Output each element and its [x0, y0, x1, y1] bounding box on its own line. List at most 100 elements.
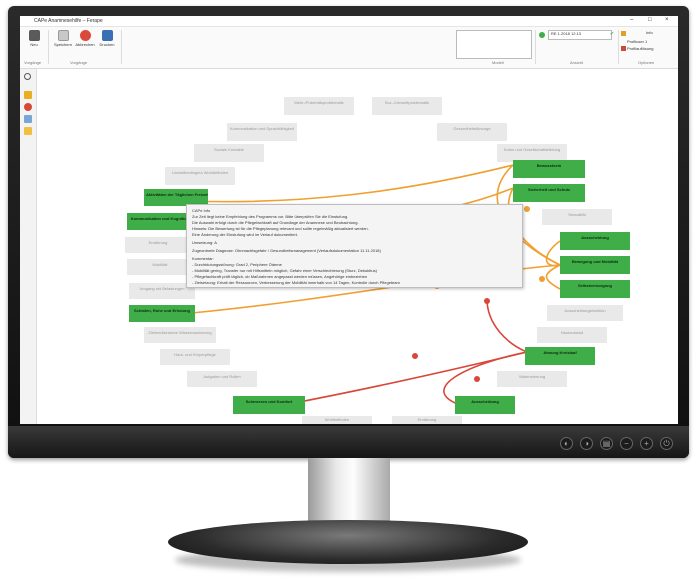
tooltip-line: Zur Zeit liegt keine Empfehlung des Prog… [192, 214, 349, 219]
monitor-menu-icon[interactable]: ▤ [600, 437, 613, 450]
ribbon-toolbar: Neu Speichern Abbrechen Drucken Vorgänge… [20, 27, 678, 69]
node[interactable]: Gesundheitsfürsorge [437, 123, 507, 141]
monitor-input-icon[interactable]: ◑ [580, 437, 593, 450]
monitor-minus-icon[interactable]: − [620, 437, 633, 450]
node[interactable]: Schmerzen und Komfort [233, 396, 305, 414]
print-icon [101, 30, 113, 41]
edge-marker[interactable] [412, 353, 418, 359]
node[interactable]: Zielmedizinische Wissenssicherung [144, 327, 216, 343]
ribbon-separator [618, 30, 619, 64]
case-selector[interactable]: RE 1.2018 12:13 [548, 30, 612, 40]
edge-orange [545, 264, 561, 290]
new-file-icon [28, 30, 40, 41]
node[interactable]: Ernährung [125, 237, 191, 253]
user-name[interactable]: Profiluser 1 [627, 39, 647, 44]
node[interactable]: Ernährung [392, 416, 462, 424]
app-window: CAPe Anamnesehilfe – Ferape – □ × Neu Sp… [20, 16, 678, 424]
node[interactable]: Wahrnehmung [497, 371, 567, 387]
node[interactable]: Aufgaben und Rollen [187, 371, 257, 387]
node[interactable]: Kommunikation und Kognition [127, 213, 193, 230]
person-icon[interactable] [24, 91, 32, 99]
save-icon [57, 30, 69, 41]
node[interactable]: Sicherheit und Schutz [513, 184, 585, 202]
group-label: Optionen [638, 60, 655, 65]
tooltip-line: - Zielsetzung: Erhalt der Ressourcen, Ve… [192, 280, 400, 285]
monitor-power-icon[interactable]: ◐ [560, 437, 573, 450]
info-tooltip: CAPe Info Zur Zeit liegt keine Empfehlun… [186, 204, 523, 288]
node[interactable]: Umweltbedingtes Wohlbefinden [165, 167, 235, 185]
node[interactable]: Bewegung und Mobilität [560, 256, 630, 274]
node[interactable]: Soz.-/Umweltproblematik [372, 97, 442, 115]
node[interactable]: Ausscheidungsfunktion [547, 305, 623, 321]
node[interactable]: Atmung Kreislauf [525, 347, 595, 365]
save-button-label: Speichern [53, 42, 72, 47]
edge-marker[interactable] [474, 376, 480, 382]
group-label: Ansicht [570, 60, 584, 65]
cancel-icon [79, 30, 91, 41]
tooltip-line: - Durchblutungsstörung: Grad 2, Peripher… [192, 262, 282, 267]
edge-red [486, 298, 528, 353]
monitor-power-button-icon[interactable]: ⏻ [660, 437, 673, 450]
document-icon[interactable] [24, 115, 32, 123]
node[interactable]: Schlafen, Ruhe und Erholung [129, 305, 195, 322]
profile-link[interactable]: Profilauflösung [627, 46, 653, 51]
ribbon-separator [535, 30, 536, 64]
left-sidebar [20, 69, 37, 424]
print-button-label: Drucken [99, 42, 115, 47]
tooltip-line: - Mobilität gering, Transfer nur mit Hil… [192, 268, 377, 273]
status-ok-icon [539, 32, 545, 38]
new-button-label: Neu [30, 42, 38, 47]
group-label: Modell [492, 60, 504, 65]
node[interactable]: Haut- und Körperpflege [160, 349, 230, 365]
title-bar: CAPe Anamnesehilfe – Ferape – □ × [20, 16, 678, 27]
node[interactable]: Selbstversorgung [560, 280, 630, 298]
minimize-button[interactable]: – [630, 17, 633, 23]
group-label: Vorgänge [70, 60, 88, 65]
node[interactable]: Bewusstsein [513, 160, 585, 178]
node[interactable]: Wohlbefinden [302, 416, 372, 424]
tooltip-line: CAPe Info [192, 208, 211, 213]
group-label: Vorgänge [24, 60, 42, 65]
node[interactable]: Mobilität [127, 259, 193, 275]
diagram-canvas: Mehr-/Pubertätsproblematik Soz.-/Umweltp… [37, 69, 678, 424]
window-title: CAPe Anamnesehilfe – Ferape [34, 18, 103, 24]
edge-marker[interactable] [484, 298, 490, 304]
monitor-scene: CAPe Anamnesehilfe – Ferape – □ × Neu Sp… [0, 0, 697, 579]
warning-icon[interactable] [24, 103, 32, 111]
node[interactable]: Hautzustand [537, 327, 607, 343]
node[interactable]: Soziale Kontakte [194, 144, 264, 162]
node[interactable]: Ausscheidung [455, 396, 515, 414]
edge-marker[interactable] [539, 276, 545, 282]
user-icon [621, 31, 626, 36]
ribbon-separator [121, 30, 122, 64]
node[interactable]: Sexualität [542, 209, 612, 225]
monitor-stand-neck [308, 458, 390, 528]
tooltip-line: Zugeordnete Diagnose: Ohnmachtsgefahr / … [192, 248, 381, 253]
tooltip-line: Umsetzung: A [192, 240, 217, 245]
node[interactable]: Mehr-/Pubertätsproblematik [284, 97, 354, 115]
tooltip-line: - Pflegefachkraft prüft täglich, ob Maßn… [192, 274, 368, 279]
folder-icon[interactable] [24, 127, 32, 135]
tooltip-line: Kommentar: [192, 256, 214, 261]
close-button[interactable]: × [665, 17, 669, 23]
cancel-button-label: Abbrechen [75, 42, 95, 47]
node[interactable]: Kommunikation und Sprachfähigkeit [227, 123, 297, 141]
confirm-check-icon[interactable]: ✔ [610, 31, 614, 37]
new-button[interactable]: Neu [23, 30, 45, 47]
cancel-button[interactable]: Abbrechen [74, 30, 96, 47]
tooltip-line: Die Auswahl erfolgt durch die Pflegefach… [192, 220, 359, 225]
monitor-plus-icon[interactable]: + [640, 437, 653, 450]
print-button[interactable]: Drucken [96, 30, 118, 47]
model-text-area[interactable] [456, 30, 532, 59]
maximize-button[interactable]: □ [648, 17, 652, 23]
tooltip-line: Hinweis: Die Bewertung ist für die Pfleg… [192, 226, 369, 231]
edge-marker[interactable] [524, 206, 530, 212]
search-icon[interactable] [24, 73, 31, 80]
save-button[interactable]: Speichern [52, 30, 74, 47]
tooltip-line: Eine Änderung der Einstufung wird im Ver… [192, 232, 299, 237]
profile-icon [621, 46, 626, 51]
monitor-stand-base [168, 520, 528, 564]
node[interactable]: Ausscheidung [560, 232, 630, 250]
info-label[interactable]: Info [646, 30, 653, 35]
ribbon-separator [48, 30, 49, 64]
